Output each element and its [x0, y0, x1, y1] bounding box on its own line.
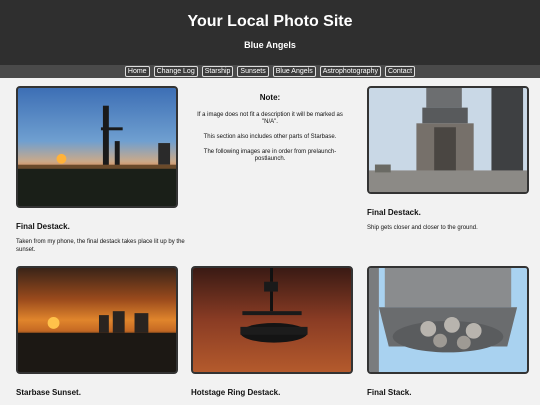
photo-final-destack-sunset[interactable]	[16, 86, 178, 208]
photo-final-stack[interactable]	[367, 266, 529, 374]
nav-sunsets[interactable]: Sunsets	[237, 66, 269, 77]
nav-astrophotography[interactable]: Astrophotography	[319, 66, 381, 77]
site-title: Your Local Photo Site	[187, 13, 353, 30]
card-title: Final Destack.	[16, 222, 70, 231]
card-title: Final Stack.	[367, 388, 412, 397]
nav-change-log[interactable]: Change Log	[153, 66, 198, 77]
photo-final-destack-ground[interactable]	[367, 86, 529, 194]
note-title: Note:	[259, 93, 281, 102]
photo-hotstage-ring[interactable]	[191, 266, 353, 374]
card-description: Ship gets closer and closer to the groun…	[367, 225, 478, 231]
nav-contact[interactable]: Contact	[384, 66, 416, 77]
note-line: If a image does not fit a description it…	[197, 112, 343, 125]
card-title: Hotstage Ring Destack.	[191, 388, 281, 397]
site-header: Your Local Photo Site Blue Angels	[0, 0, 540, 65]
nav-blue-angels[interactable]: Blue Angels	[272, 66, 316, 77]
nav-starship[interactable]: Starship	[201, 66, 234, 77]
photo-starbase-sunset[interactable]	[16, 266, 178, 374]
note-line: This section also includes other parts o…	[203, 134, 337, 140]
site-subtitle: Blue Angels	[244, 40, 296, 50]
note-section: Note: If a image does not fit a descript…	[190, 93, 350, 171]
card-title: Final Destack.	[367, 208, 421, 217]
nav-home[interactable]: Home	[124, 66, 150, 77]
card-title: Starbase Sunset.	[16, 388, 81, 397]
note-line: The following images are in order from p…	[203, 149, 337, 162]
nav-bar: Home Change Log Starship Sunsets Blue An…	[0, 65, 540, 78]
card-description: Taken from my phone, the final destack t…	[16, 239, 185, 253]
